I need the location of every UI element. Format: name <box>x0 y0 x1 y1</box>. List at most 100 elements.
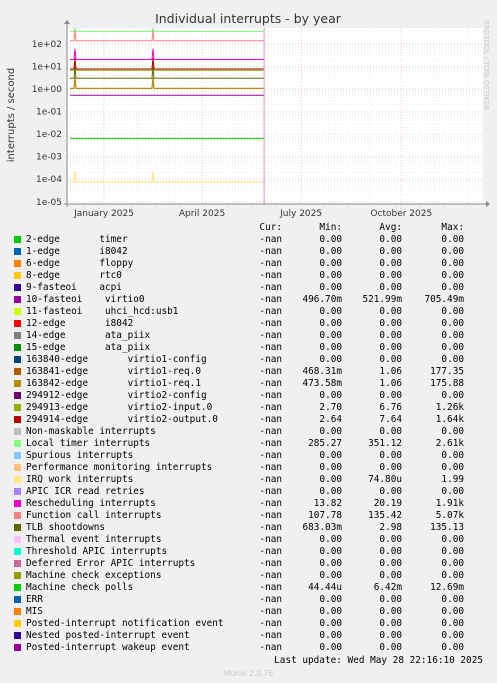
legend-label: Local timer interrupts <box>26 438 151 449</box>
legend-avg-value: 0.00 <box>379 390 402 401</box>
legend-swatch <box>14 596 21 603</box>
legend-min-value: 0.00 <box>319 618 342 629</box>
legend-swatch <box>14 308 21 315</box>
legend-max-value: 175.88 <box>430 378 464 389</box>
legend-min-value: 468.31m <box>302 366 342 377</box>
legend-min-value: 0.00 <box>319 606 342 617</box>
legend-swatch <box>14 332 21 339</box>
y-tick-label: 1e+02 <box>32 40 62 50</box>
x-tick-label: January 2025 <box>73 209 134 219</box>
legend-max-value: 0.00 <box>441 258 464 269</box>
legend-avg-value: 20.19 <box>373 498 402 509</box>
y-tick-label: 1e-03 <box>36 153 62 163</box>
y-tick-label: 1e-01 <box>36 108 62 118</box>
legend-label: 2-edge timer <box>26 234 128 245</box>
legend-swatch <box>14 644 21 651</box>
legend-avg-value: 0.00 <box>379 306 402 317</box>
chart-title: Individual interrupts - by year <box>155 11 342 26</box>
legend-label: 163841-edge virtio1-req.0 <box>26 366 201 377</box>
legend-header-min: Min: <box>319 222 342 233</box>
legend-min-value: 0.00 <box>319 570 342 581</box>
legend-max-value: 0.00 <box>441 246 464 257</box>
legend-swatch <box>14 464 21 471</box>
legend-label: APIC ICR read retries <box>26 486 145 497</box>
legend-max-value: 0.00 <box>441 534 464 545</box>
legend-min-value: 0.00 <box>319 246 342 257</box>
legend-label: MIS <box>26 606 43 617</box>
legend-avg-value: 0.00 <box>379 642 402 653</box>
y-tick-label: 1e-02 <box>36 130 62 140</box>
legend-min-value: 2.64 <box>319 414 342 425</box>
legend-label: Function call interrupts <box>26 510 162 521</box>
legend-avg-value: 351.12 <box>368 438 402 449</box>
legend-label: 11-fasteoi uhci_hcd:usb1 <box>26 306 179 317</box>
legend-cur-value: -nan <box>259 366 282 377</box>
legend-cur-value: -nan <box>259 630 282 641</box>
legend-cur-value: -nan <box>259 390 282 401</box>
legend-swatch <box>14 536 21 543</box>
side-label: RRDTOOL / TOBI OETIKER <box>482 20 490 110</box>
legend-avg-value: 0.00 <box>379 246 402 257</box>
legend-cur-value: -nan <box>259 438 282 449</box>
legend-cur-value: -nan <box>259 234 282 245</box>
legend-swatch <box>14 404 21 411</box>
legend-cur-value: -nan <box>259 486 282 497</box>
legend-avg-value: 0.00 <box>379 570 402 581</box>
x-tick-label: April 2025 <box>179 209 225 219</box>
legend-label: 12-edge i8042 <box>26 318 134 329</box>
legend-avg-value: 6.76 <box>379 402 402 413</box>
legend-swatch <box>14 428 21 435</box>
legend-avg-value: 0.00 <box>379 594 402 605</box>
legend-cur-value: -nan <box>259 378 282 389</box>
legend-max-value: 0.00 <box>441 618 464 629</box>
legend-label: 9-fasteoi acpi <box>26 282 122 293</box>
legend-max-value: 705.49m <box>424 294 464 305</box>
legend-max-value: 5.07k <box>435 510 464 521</box>
legend-min-value: 0.00 <box>319 450 342 461</box>
legend-max-value: 0.00 <box>441 450 464 461</box>
legend-swatch <box>14 584 21 591</box>
legend-swatch <box>14 236 21 243</box>
legend-max-value: 0.00 <box>441 390 464 401</box>
legend-swatch <box>14 272 21 279</box>
legend-max-value: 0.00 <box>441 486 464 497</box>
last-update: Last update: Wed May 28 22:16:10 2025 <box>274 655 483 666</box>
legend-min-value: 0.00 <box>319 462 342 473</box>
legend-avg-value: 0.00 <box>379 618 402 629</box>
y-tick-label: 1e-04 <box>36 175 62 185</box>
y-tick-labels: 1e+02 1e+01 1e+00 1e-01 1e-02 1e-03 1e-04 1e-05 <box>32 40 63 208</box>
legend-swatch <box>14 500 21 507</box>
legend-cur-value: -nan <box>259 462 282 473</box>
legend-min-value: 13.82 <box>313 498 342 509</box>
legend-cur-value: -nan <box>259 294 282 305</box>
legend-swatch <box>14 380 21 387</box>
legend-min-value: 0.00 <box>319 642 342 653</box>
y-tick-label: 1e-05 <box>36 198 62 208</box>
legend-avg-value: 0.00 <box>379 450 402 461</box>
legend-avg-value: 521.99m <box>362 294 402 305</box>
legend-cur-value: -nan <box>259 594 282 605</box>
legend-avg-value: 0.00 <box>379 342 402 353</box>
legend-cur-value: -nan <box>259 450 282 461</box>
legend-label: Machine check polls <box>26 582 134 593</box>
legend-min-value: 0.00 <box>319 474 342 485</box>
y-tick-label: 1e+01 <box>32 62 62 72</box>
legend-label: 15-edge ata_piix <box>26 342 151 353</box>
legend-avg-value: 0.00 <box>379 486 402 497</box>
footer: Munin 2.0.76 <box>223 669 274 678</box>
legend-max-value: 0.00 <box>441 570 464 581</box>
legend-min-value: 0.00 <box>319 390 342 401</box>
y-axis-label: interrupts / second <box>6 68 17 162</box>
legend-label: Posted-interrupt notification event <box>26 618 224 629</box>
legend-avg-value: 0.00 <box>379 270 402 281</box>
legend-cur-value: -nan <box>259 270 282 281</box>
legend-swatch <box>14 512 21 519</box>
legend-cur-value: -nan <box>259 582 282 593</box>
legend-swatch <box>14 344 21 351</box>
legend-max-value: 0.00 <box>441 546 464 557</box>
legend-max-value: 0.00 <box>441 270 464 281</box>
legend-max-value: 0.00 <box>441 330 464 341</box>
legend-max-value: 0.00 <box>441 354 464 365</box>
legend-swatch <box>14 560 21 567</box>
legend-label: 163842-edge virtio1-req.1 <box>26 378 201 389</box>
